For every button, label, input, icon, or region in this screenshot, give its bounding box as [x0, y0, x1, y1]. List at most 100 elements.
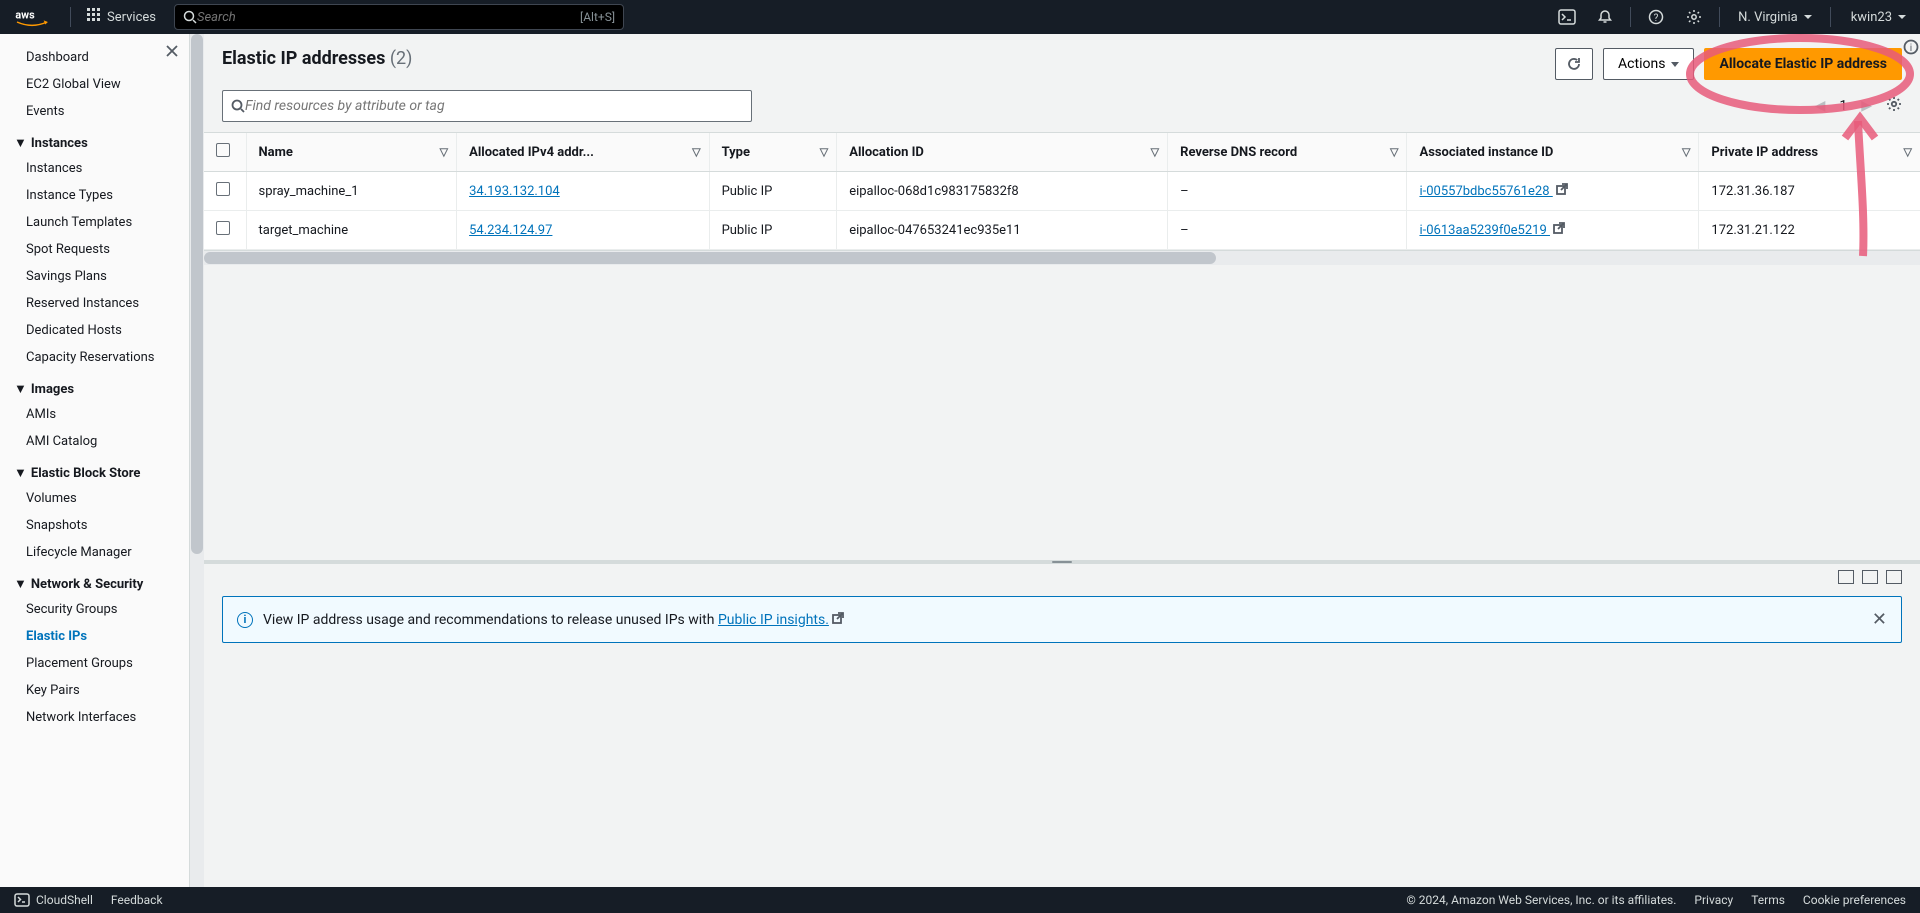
- sidebar-item-reserved-instances[interactable]: Reserved Instances: [0, 290, 189, 317]
- external-link-icon: [832, 612, 844, 628]
- col-alloc[interactable]: Allocation ID▽: [837, 133, 1168, 172]
- col-ip[interactable]: Allocated IPv4 addr...▽: [457, 133, 709, 172]
- select-all-checkbox[interactable]: [216, 143, 230, 157]
- sidebar-section-network[interactable]: ▼Network & Security: [0, 566, 189, 596]
- prev-page[interactable]: ◀: [1815, 98, 1826, 114]
- aws-logo[interactable]: aws: [14, 7, 50, 27]
- sidebar-item-capacity-reservations[interactable]: Capacity Reservations: [0, 344, 189, 371]
- sidebar-item-network-interfaces[interactable]: Network Interfaces: [0, 704, 189, 731]
- sidebar-section-ebs[interactable]: ▼Elastic Block Store: [0, 455, 189, 485]
- region-selector[interactable]: N. Virginia: [1726, 10, 1824, 25]
- row-checkbox[interactable]: [216, 182, 230, 196]
- layout-full-icon[interactable]: [1886, 570, 1902, 584]
- actions-button[interactable]: Actions: [1603, 48, 1694, 80]
- sidebar-item-ami-catalog[interactable]: AMI Catalog: [0, 428, 189, 455]
- sidebar-item-dashboard[interactable]: Dashboard: [0, 44, 189, 71]
- table-horizontal-scrollbar[interactable]: [204, 251, 1920, 265]
- cell-alloc: eipalloc-047653241ec935e11: [837, 211, 1168, 250]
- col-name[interactable]: Name▽: [246, 133, 457, 172]
- instance-link[interactable]: i-0613aa5239f0e5219: [1419, 223, 1565, 238]
- sidebar-item-volumes[interactable]: Volumes: [0, 485, 189, 512]
- svg-text:?: ?: [1654, 13, 1659, 24]
- layout-split-icon[interactable]: [1862, 570, 1878, 584]
- panel-layout-icons: [1838, 570, 1902, 584]
- sidebar-item-instance-types[interactable]: Instance Types: [0, 182, 189, 209]
- cloudshell-icon[interactable]: [1548, 0, 1586, 34]
- search-icon: [231, 99, 245, 113]
- table-settings-icon[interactable]: [1886, 96, 1902, 116]
- global-search[interactable]: [Alt+S]: [174, 4, 624, 30]
- cell-priv: 172.31.36.187: [1699, 172, 1920, 211]
- table-row[interactable]: target_machine54.234.124.97Public IPeipa…: [204, 211, 1920, 250]
- sidebar-item-instances[interactable]: Instances: [0, 155, 189, 182]
- sidebar-item-launch-templates[interactable]: Launch Templates: [0, 209, 189, 236]
- cell-type: Public IP: [709, 211, 837, 250]
- top-nav: aws Services [Alt+S] ? N. Virginia kwin2…: [0, 0, 1920, 34]
- sidebar-item-security-groups[interactable]: Security Groups: [0, 596, 189, 623]
- settings-icon[interactable]: [1675, 0, 1713, 34]
- services-menu[interactable]: Services: [77, 8, 166, 26]
- col-instance[interactable]: Associated instance ID▽: [1407, 133, 1699, 172]
- public-ip-insights-link[interactable]: Public IP insights.: [718, 612, 844, 628]
- search-hint: [Alt+S]: [580, 10, 615, 24]
- ip-link[interactable]: 54.234.124.97: [469, 223, 552, 238]
- sidebar-item-placement-groups[interactable]: Placement Groups: [0, 650, 189, 677]
- cell-alloc: eipalloc-068d1c983175832f8: [837, 172, 1168, 211]
- eip-table: Name▽ Allocated IPv4 addr...▽ Type▽ Allo…: [204, 132, 1920, 251]
- info-flyout-icon[interactable]: i: [1902, 38, 1920, 56]
- notifications-icon[interactable]: [1586, 0, 1624, 34]
- cloudshell-link[interactable]: CloudShell: [14, 893, 93, 907]
- services-label: Services: [107, 10, 156, 25]
- feedback-link[interactable]: Feedback: [111, 893, 163, 907]
- sidebar-item-lifecycle-manager[interactable]: Lifecycle Manager: [0, 539, 189, 566]
- sidebar-item-global-view[interactable]: EC2 Global View: [0, 71, 189, 98]
- sidebar-item-savings-plans[interactable]: Savings Plans: [0, 263, 189, 290]
- caret-icon: [1671, 62, 1679, 67]
- sidebar-section-images[interactable]: ▼Images: [0, 371, 189, 401]
- pagination: ◀ 1 ▶: [1815, 96, 1902, 116]
- search-icon: [183, 10, 197, 24]
- external-link-icon: [1553, 222, 1565, 238]
- ip-link[interactable]: 34.193.132.104: [469, 184, 560, 199]
- main-content: Elastic IP addresses (2) Actions Allocat…: [204, 34, 1920, 887]
- filter-input-wrap[interactable]: [222, 90, 752, 122]
- sidebar-item-dedicated-hosts[interactable]: Dedicated Hosts: [0, 317, 189, 344]
- sidebar-item-events[interactable]: Events: [0, 98, 189, 125]
- instance-link[interactable]: i-00557bdbc55761e28: [1419, 184, 1567, 199]
- sidebar-item-elastic-ips[interactable]: Elastic IPs: [0, 623, 189, 650]
- sidebar-item-spot-requests[interactable]: Spot Requests: [0, 236, 189, 263]
- cookie-link[interactable]: Cookie preferences: [1803, 893, 1906, 907]
- layout-bottom-icon[interactable]: [1838, 570, 1854, 584]
- filter-input[interactable]: [245, 98, 743, 114]
- terms-link[interactable]: Terms: [1751, 893, 1785, 907]
- row-checkbox[interactable]: [216, 221, 230, 235]
- sidebar-scrollbar[interactable]: [190, 34, 204, 887]
- refresh-button[interactable]: [1555, 48, 1593, 80]
- cell-priv: 172.31.21.122: [1699, 211, 1920, 250]
- allocate-button[interactable]: Allocate Elastic IP address: [1704, 48, 1902, 80]
- sidebar-section-instances[interactable]: ▼Instances: [0, 125, 189, 155]
- sidebar-item-snapshots[interactable]: Snapshots: [0, 512, 189, 539]
- separator: [70, 7, 71, 27]
- external-link-icon: [1556, 183, 1568, 199]
- cell-type: Public IP: [709, 172, 837, 211]
- col-priv[interactable]: Private IP address▽: [1699, 133, 1920, 172]
- sidebar-item-amis[interactable]: AMIs: [0, 401, 189, 428]
- table-row[interactable]: spray_machine_134.193.132.104Public IPei…: [204, 172, 1920, 211]
- col-type[interactable]: Type▽: [709, 133, 837, 172]
- help-icon[interactable]: ?: [1637, 0, 1675, 34]
- search-input[interactable]: [197, 10, 580, 25]
- col-rdns[interactable]: Reverse DNS record▽: [1168, 133, 1407, 172]
- close-banner-icon[interactable]: ✕: [1872, 609, 1887, 630]
- close-sidebar-icon[interactable]: [165, 44, 179, 62]
- info-banner: i View IP address usage and recommendati…: [222, 596, 1902, 643]
- cell-rdns: –: [1168, 211, 1407, 250]
- account-menu[interactable]: kwin23: [1837, 10, 1920, 25]
- next-page[interactable]: ▶: [1861, 98, 1872, 114]
- banner-text: View IP address usage and recommendation…: [263, 612, 844, 628]
- sidebar-item-key-pairs[interactable]: Key Pairs: [0, 677, 189, 704]
- chevron-down-icon: ▼: [14, 576, 27, 592]
- copyright: © 2024, Amazon Web Services, Inc. or its…: [1406, 893, 1676, 907]
- privacy-link[interactable]: Privacy: [1694, 893, 1733, 907]
- page-number: 1: [1839, 98, 1847, 114]
